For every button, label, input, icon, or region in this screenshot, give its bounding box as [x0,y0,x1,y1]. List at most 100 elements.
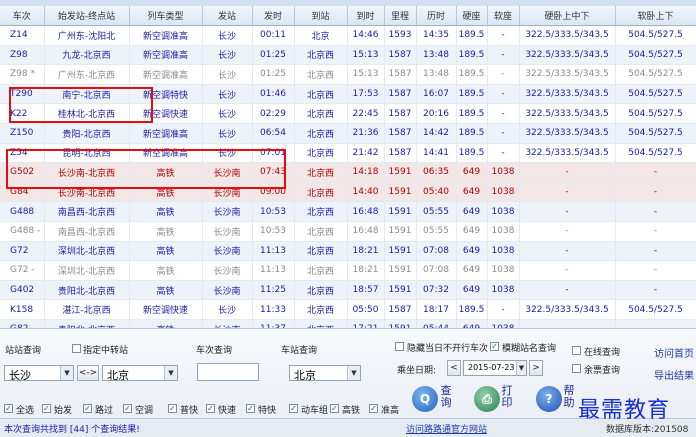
col-header-arr[interactable]: 到时 [347,6,385,26]
swap-stations-button[interactable]: <-> [77,365,99,381]
col-header-dur[interactable]: 历时 [416,6,457,26]
filter-checkbox[interactable]: ✓ [246,404,255,413]
col-header-route[interactable]: 始发站-终点站 [44,6,130,26]
cell-train-type: 高铁 [129,260,203,281]
cell-duration: 20:16 [416,103,457,124]
transfer-checkbox[interactable] [72,344,81,353]
official-site-link[interactable]: 访问路路通官方网站 [406,422,487,435]
cell-train-number: K22 [0,103,45,124]
cell-duration: 05:44 [416,319,457,328]
filter-checkbox[interactable]: ✓ [4,404,13,413]
table-row[interactable]: Z54 昆明-北京西 新空调准高 长沙 07:01 北京西 21:42 1587 14:41 18… [0,143,696,164]
filter-label: 高铁 [342,406,361,416]
cell-departure-time: 01:25 [252,64,295,85]
cell-arrival-time: 14:18 [347,162,385,183]
table-row[interactable]: Z14 广州东-沈阳北 新空调准高 长沙 00:11 北京 14:46 1593 14:35 18… [0,25,696,46]
train-number-input[interactable] [197,363,259,381]
filter-checkbox[interactable]: ✓ [369,404,378,413]
cell-to-station: 北京西 [294,143,348,164]
table-row[interactable]: T290 南宁-北京西 新空调特快 长沙 01:46 北京西 17:53 1587 16:07 1… [0,84,696,105]
col-header-hard-seat[interactable]: 硬座 [456,6,488,26]
cell-arrival-time: 14:46 [347,25,385,46]
cell-route: 贵阳-北京西 [44,123,130,144]
table-row[interactable]: G488 南昌西-北京西 高铁 长沙南 10:53 北京西 16:48 1591 05:55 64… [0,201,696,222]
table-row[interactable]: K158 湛江-北京西 新空调快速 长沙 11:33 北京西 05:50 1587 18:17 1… [0,299,696,320]
cell-route: 湛江-北京西 [44,299,130,320]
cell-hard-seat-price: 649 [456,221,488,242]
cell-soft-sleeper-price: 504.5/527.5 [615,45,696,66]
filter-checkbox[interactable]: ✓ [330,404,339,413]
cell-distance: 1587 [384,123,417,144]
query-button[interactable]: Q [412,386,438,412]
cell-train-type: 新空调快速 [129,103,203,124]
col-header-from[interactable]: 发站 [202,6,253,26]
cell-soft-sleeper-price: - [615,182,696,203]
cell-distance: 1591 [384,201,417,222]
cell-train-number: Z150 [0,123,45,144]
col-header-type[interactable]: 列车类型 [129,6,203,26]
date-next-button[interactable]: > [529,360,543,376]
col-header-to[interactable]: 到站 [294,6,348,26]
table-row[interactable]: G72 深圳北-北京西 高铁 长沙南 11:13 北京西 18:21 1591 07:08 649… [0,241,696,262]
date-picker[interactable]: 2015-07-23 ▼ [463,360,527,376]
results-grid[interactable]: 车次 始发站-终点站 列车类型 发站 发时 到站 到时 里程 历时 硬座 软座 … [0,6,696,328]
date-prev-button[interactable]: < [447,360,461,376]
filter-checkbox[interactable]: ✓ [168,404,177,413]
table-row[interactable]: G502 长沙南-北京西 高铁 长沙南 07:43 北京西 14:18 1591 06:35 64… [0,162,696,183]
help-button[interactable]: ? [536,386,562,412]
filter-checkbox[interactable]: ✓ [42,404,51,413]
cell-soft-seat-price: 1038 [487,319,520,328]
table-row[interactable]: G84 长沙南-北京西 高铁 长沙南 09:00 北京西 14:40 1591 05:40 649… [0,182,696,203]
cell-soft-sleeper-price: - [615,241,696,262]
filter-checkbox[interactable]: ✓ [83,404,92,413]
col-header-hard-sleeper[interactable]: 硬卧上中下 [519,6,616,26]
col-header-dep[interactable]: 发时 [252,6,295,26]
col-header-soft-sleeper[interactable]: 软卧上下 [615,6,696,26]
cell-train-number: K158 [0,299,45,320]
cell-hard-seat-price: 649 [456,280,488,301]
table-row[interactable]: G402 贵阳北-北京西 高铁 长沙南 11:25 北京西 18:57 1591 07:32 64… [0,280,696,301]
cell-to-station: 北京西 [294,64,348,85]
col-header-train[interactable]: 车次 [0,6,45,26]
cell-from-station: 长沙南 [202,201,253,222]
table-row[interactable]: Z98 * 广州东-北京西 新空调准高 长沙 01:25 北京西 15:13 1587 13:4… [0,64,696,85]
hide-nonrunning-checkbox[interactable] [395,342,404,351]
table-row[interactable]: Z150 贵阳-北京西 新空调准高 长沙 06:54 北京西 21:36 1587 14:42 1… [0,123,696,144]
filter-label: 路过 [95,406,114,416]
table-row[interactable]: G72 - 深圳北-北京西 高铁 长沙南 11:13 北京西 18:21 1591 07:08 6… [0,260,696,281]
cell-hard-seat-price: 649 [456,241,488,262]
watermark-logo: 最需教育 [578,398,671,423]
table-row[interactable]: G82贵阳北-北京西高铁长沙南11:37北京西17:21159105:44649… [0,319,696,328]
table-row[interactable]: G488 - 南昌西-北京西 高铁 长沙南 10:53 北京西 16:48 1591 05:55… [0,221,696,242]
from-station-select[interactable]: 长沙 ▼ [4,365,74,382]
col-header-soft-seat[interactable]: 软座 [487,6,520,26]
export-results-link[interactable]: 导出结果 [654,367,694,382]
table-row[interactable]: K22 桂林北-北京西 新空调快速 长沙 02:29 北京西 22:45 1587 20:16 1… [0,103,696,124]
status-result-count: 本次查询共找到 [44] 个查询结果! [4,425,140,435]
online-query-checkbox[interactable] [572,346,581,355]
cell-departure-time: 10:53 [252,201,295,222]
remaining-tickets-checkbox[interactable] [572,364,581,373]
visit-home-link[interactable]: 访问首页 [654,345,694,360]
cell-soft-seat-price: 1038 [487,241,520,262]
cell-to-station: 北京西 [294,221,348,242]
print-button[interactable]: ⎙ [474,386,500,412]
to-station-select[interactable]: 北京 ▼ [102,365,178,382]
cell-to-station: 北京西 [294,280,348,301]
cell-departure-time: 06:54 [252,123,295,144]
station-select[interactable]: 北京 ▼ [289,365,361,382]
cell-duration: 13:48 [416,64,457,85]
fuzzy-name-checkbox[interactable]: ✓ [490,342,499,351]
filter-checkbox[interactable]: ✓ [206,404,215,413]
cell-duration: 16:07 [416,84,457,105]
cell-soft-sleeper-price: 504.5/527.5 [615,143,696,164]
cell-distance: 1591 [384,182,417,203]
cell-soft-sleeper-price: - [615,260,696,281]
cell-train-number: G488 [0,201,45,222]
filter-checkbox[interactable]: ✓ [123,404,132,413]
transfer-label: 指定中转站 [83,346,129,356]
col-header-km[interactable]: 里程 [384,6,417,26]
filter-checkbox[interactable]: ✓ [289,404,298,413]
station-query2-label: 车站查询 [281,346,318,356]
table-row[interactable]: Z98 九龙-北京西 新空调准高 长沙 01:25 北京西 15:13 1587 13:48 18… [0,45,696,66]
